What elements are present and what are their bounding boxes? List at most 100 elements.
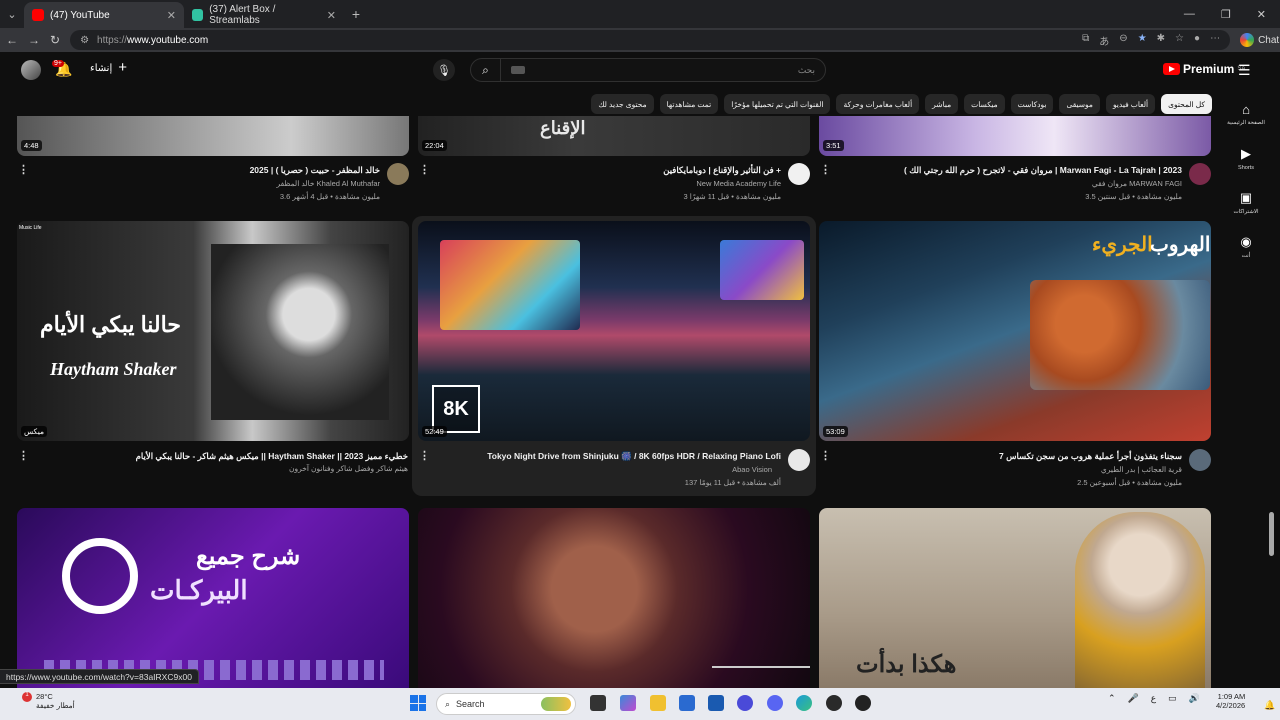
mic-tray-icon[interactable]: 🎤 (1128, 693, 1139, 704)
channel-name[interactable]: هيثم شاكر وفضل شاكر وفنانون آخرون (289, 464, 408, 473)
more-actions-icon[interactable]: ⋮ (419, 449, 430, 462)
rail-shorts[interactable]: ▶ Shorts (1222, 136, 1270, 180)
youtube-logo[interactable]: Premium SA (1163, 62, 1245, 76)
install-icon[interactable]: ⧉ (1082, 33, 1089, 48)
channel-name[interactable]: خالد المظفر Khaled Al Muthafar (277, 179, 381, 188)
channel-avatar[interactable] (788, 449, 810, 471)
chip-mixes[interactable]: ميكسات (964, 94, 1005, 114)
video-meta: 3.6 مليون مشاهدة • قبل 4 أشهر (279, 192, 380, 201)
notification-bell-icon[interactable]: 🔔 (1264, 700, 1275, 711)
reload-icon[interactable]: ↻ (50, 33, 60, 47)
chip-recently-uploaded[interactable]: القنوات التي تم تحميلها مؤخرًا (724, 94, 831, 114)
video-title[interactable]: خالد المظفر - حبيت ( حصريا ) | 2025 (250, 165, 380, 176)
search-input[interactable]: ⌕ بحث (470, 58, 826, 82)
xbox-icon[interactable] (826, 695, 842, 711)
taskbar-search[interactable]: ⌕ Search (436, 693, 576, 715)
menu-icon[interactable]: ☰ (1238, 62, 1251, 79)
back-icon[interactable]: ← (6, 33, 18, 47)
voice-search-icon[interactable]: 🎙 (433, 59, 455, 81)
obs-icon[interactable] (855, 695, 871, 711)
search-icon[interactable]: ⌕ (471, 59, 501, 81)
zoom-icon[interactable]: ⊖ (1119, 33, 1127, 48)
language-indicator[interactable]: ع (1151, 693, 1156, 704)
channel-avatar[interactable] (387, 163, 409, 185)
rail-you[interactable]: ◉ أنت (1222, 224, 1270, 268)
edge-icon[interactable] (796, 695, 812, 711)
start-icon[interactable] (410, 695, 426, 711)
chip-music[interactable]: موسيقى (1059, 94, 1100, 114)
minimize-icon[interactable]: — (1184, 8, 1195, 21)
close-icon[interactable]: ✕ (327, 9, 336, 22)
tab-streamlabs[interactable]: (37) Alert Box / Streamlabs ✕ (184, 2, 344, 28)
keyboard-icon[interactable] (511, 66, 525, 74)
copilot-app-icon[interactable] (620, 695, 636, 711)
video-title[interactable]: مروان فقي - لاتجرح ( حرم الله رجتي الك )… (904, 165, 1182, 176)
network-icon[interactable]: ▭ (1168, 693, 1177, 704)
store-icon[interactable] (679, 695, 695, 711)
site-info-icon[interactable]: ⚙ (80, 35, 89, 46)
favorites-icon[interactable]: ☆ (1175, 33, 1184, 48)
more-menu-icon[interactable]: ⋯ (1210, 33, 1220, 48)
weather-badge-icon: 1 (22, 692, 32, 702)
more-actions-icon[interactable]: ⋮ (18, 449, 29, 462)
video-thumbnail[interactable] (819, 116, 1211, 156)
rail-subscriptions[interactable]: ▣ الاشتراكات (1222, 180, 1270, 224)
channel-name[interactable]: قرية العجائب | بدر الطيري (1101, 465, 1182, 474)
weather-temp: 28°C (36, 692, 53, 701)
tab-youtube[interactable]: (47) YouTube ✕ (24, 2, 184, 28)
channel-name[interactable]: مروان فقي MARWAN FAGI (1092, 179, 1182, 188)
channel-name[interactable]: Abao Vision (732, 465, 772, 474)
discord-icon[interactable] (767, 695, 783, 711)
avatar[interactable] (21, 60, 41, 80)
chip-action-adventure[interactable]: ألعاب مغامرات وحركة (836, 94, 920, 114)
chip-all[interactable]: كل المحتوى (1161, 94, 1212, 114)
chat-button[interactable]: Chat (1240, 33, 1279, 47)
chip-watched[interactable]: تمت مشاهدتها (659, 94, 719, 114)
profile-icon[interactable]: ● (1194, 33, 1200, 48)
forward-icon[interactable]: → (28, 33, 40, 47)
chip-games[interactable]: ألعاب فيديو (1105, 94, 1156, 114)
new-tab-button[interactable]: + (344, 6, 368, 22)
chip-live[interactable]: مباشر (925, 94, 959, 114)
clock[interactable]: 1:09 AM 4/2/2026 (1216, 692, 1245, 710)
tab-search-icon[interactable]: ⌄ (0, 0, 24, 28)
create-label: إنشاء (90, 62, 113, 74)
video-title[interactable]: 7 سجناء يتفذون أجرأ عملية هروب من سجن تك… (999, 451, 1182, 462)
page-scrollbar[interactable] (1269, 512, 1274, 556)
close-icon[interactable]: ✕ (167, 9, 176, 22)
chip-new-to-you[interactable]: محتوى جديد لك (591, 94, 654, 114)
video-title[interactable]: ميكس هيثم شاكر - حالنا يبكي الأيام || Ha… (136, 451, 408, 462)
url-input[interactable]: ⚙ https://www.youtube.com ⧉ あ ⊖ ★ ✱ ☆ ● … (70, 30, 1231, 50)
tray-chevron-icon[interactable]: ⌃ (1108, 693, 1116, 704)
file-explorer-icon[interactable] (650, 695, 666, 711)
channel-avatar[interactable] (788, 163, 810, 185)
channel-avatar[interactable] (1189, 163, 1211, 185)
more-actions-icon[interactable]: ⋮ (820, 163, 831, 176)
video-title[interactable]: Tokyo Night Drive from Shinjuku 🎆 / 8K 6… (487, 451, 781, 462)
translate-icon[interactable]: あ (1099, 33, 1109, 48)
subscriptions-icon: ▣ (1239, 189, 1253, 205)
bookmark-star-icon[interactable]: ★ (1138, 33, 1147, 48)
more-actions-icon[interactable]: ⋮ (18, 163, 29, 176)
restore-icon[interactable]: ❐ (1221, 8, 1231, 21)
more-actions-icon[interactable]: ⋮ (820, 449, 831, 462)
channel-name[interactable]: New Media Academy Life (696, 179, 781, 188)
extensions-icon[interactable]: ✱ (1157, 33, 1165, 48)
weather-widget[interactable]: 1 28°C أمطار خفيفة (22, 692, 75, 710)
create-button[interactable]: إنشاء + (90, 60, 127, 75)
video-title[interactable]: فن التأثير والإقناع | دوبامايكافين + (663, 165, 781, 176)
task-view-icon[interactable] (590, 695, 606, 711)
volume-icon[interactable]: 🔊 (1189, 693, 1200, 704)
video-progress (712, 666, 810, 668)
channel-avatar[interactable] (1189, 449, 1211, 471)
video-thumbnail[interactable] (418, 508, 810, 688)
app-icon[interactable] (737, 695, 753, 711)
chip-podcasts[interactable]: بودكاست (1010, 94, 1054, 114)
video-thumbnail[interactable] (17, 116, 409, 156)
rail-home[interactable]: ⌂ الصفحة الرئيسية (1222, 92, 1270, 136)
rail-label: الاشتراكات (1233, 208, 1259, 215)
outlook-icon[interactable] (708, 695, 724, 711)
video-thumbnail[interactable] (418, 116, 810, 156)
close-window-icon[interactable]: ✕ (1257, 8, 1266, 21)
more-actions-icon[interactable]: ⋮ (419, 163, 430, 176)
